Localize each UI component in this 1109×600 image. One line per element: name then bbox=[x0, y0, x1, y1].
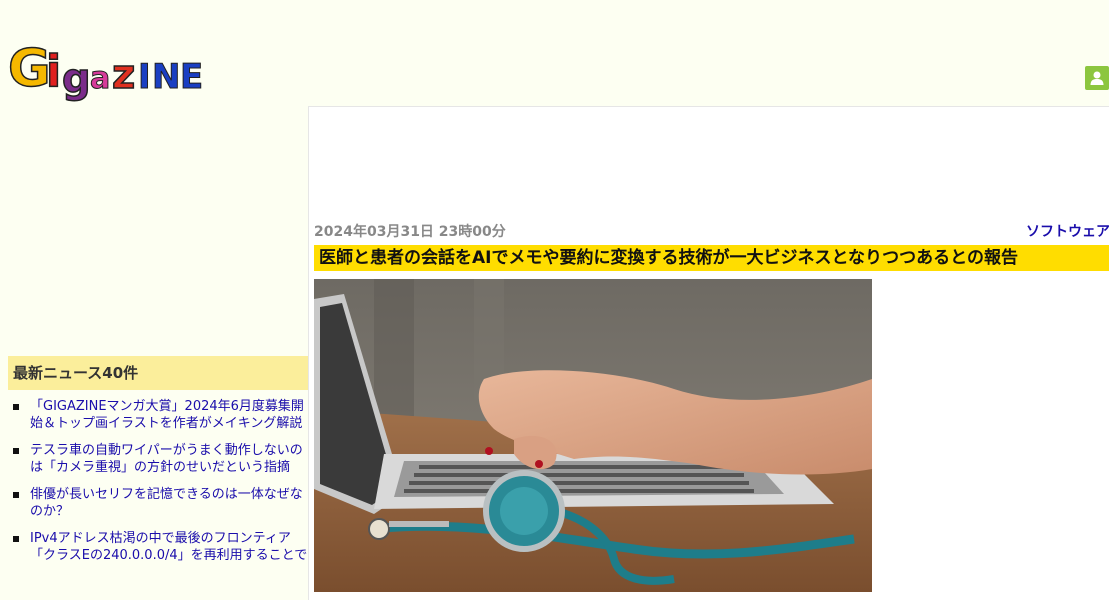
article-meta: 2024年03月31日 23時00分 ソフトウェア bbox=[314, 221, 1109, 241]
svg-text:G: G bbox=[8, 39, 51, 99]
sidebar: 最新ニュース40件 「GIGAZINEマンガ大賞」2024年6月度募集開始＆トッ… bbox=[8, 108, 308, 600]
svg-text:N: N bbox=[152, 57, 180, 97]
user-button[interactable] bbox=[1085, 66, 1109, 90]
latest-news-list: 「GIGAZINEマンガ大賞」2024年6月度募集開始＆トップ画イラストを作者が… bbox=[8, 398, 308, 574]
svg-text:z: z bbox=[112, 52, 135, 98]
main-content: 2024年03月31日 23時00分 ソフトウェア 医師と患者の会話をAIでメモ… bbox=[308, 106, 1109, 600]
news-link[interactable]: 俳優が長いセリフを記憶できるのは一体なぜなのか？ bbox=[30, 487, 303, 519]
article-category-link[interactable]: ソフトウェア bbox=[1026, 221, 1109, 241]
list-item: テスラ車の自動ワイパーがうまく動作しないのは「カメラ重視」の方針のせいだという指… bbox=[8, 442, 308, 476]
news-link[interactable]: IPv4アドレス枯渇の中で最後のフロンティア「クラスEの240.0.0.0/4」… bbox=[30, 531, 307, 563]
article-image[interactable] bbox=[314, 279, 872, 592]
news-link[interactable]: テスラ車の自動ワイパーがうまく動作しないのは「カメラ重視」の方針のせいだという指… bbox=[30, 443, 303, 475]
svg-text:I: I bbox=[138, 57, 151, 97]
svg-text:E: E bbox=[180, 57, 203, 97]
site-logo[interactable]: G i g a z I N E bbox=[8, 30, 218, 102]
latest-news-heading: 最新ニュース40件 bbox=[8, 356, 308, 390]
svg-text:i: i bbox=[46, 46, 61, 97]
user-icon bbox=[1090, 71, 1104, 85]
svg-text:a: a bbox=[90, 61, 110, 96]
svg-text:g: g bbox=[62, 56, 91, 102]
news-link[interactable]: 「GIGAZINEマンガ大賞」2024年6月度募集開始＆トップ画イラストを作者が… bbox=[30, 399, 304, 431]
article-date: 2024年03月31日 23時00分 bbox=[314, 224, 506, 240]
article-title[interactable]: 医師と患者の会話をAIでメモや要約に変換する技術が一大ビジネスとなりつつあるとの… bbox=[314, 245, 1109, 271]
page: G i g a z I N E 最新ニュース40件 「GIGAZINEマンガ大賞… bbox=[0, 0, 1109, 600]
list-item: 「GIGAZINEマンガ大賞」2024年6月度募集開始＆トップ画イラストを作者が… bbox=[8, 398, 308, 432]
list-item: IPv4アドレス枯渇の中で最後のフロンティア「クラスEの240.0.0.0/4」… bbox=[8, 530, 308, 564]
list-item: 俳優が長いセリフを記憶できるのは一体なぜなのか？ bbox=[8, 486, 308, 520]
